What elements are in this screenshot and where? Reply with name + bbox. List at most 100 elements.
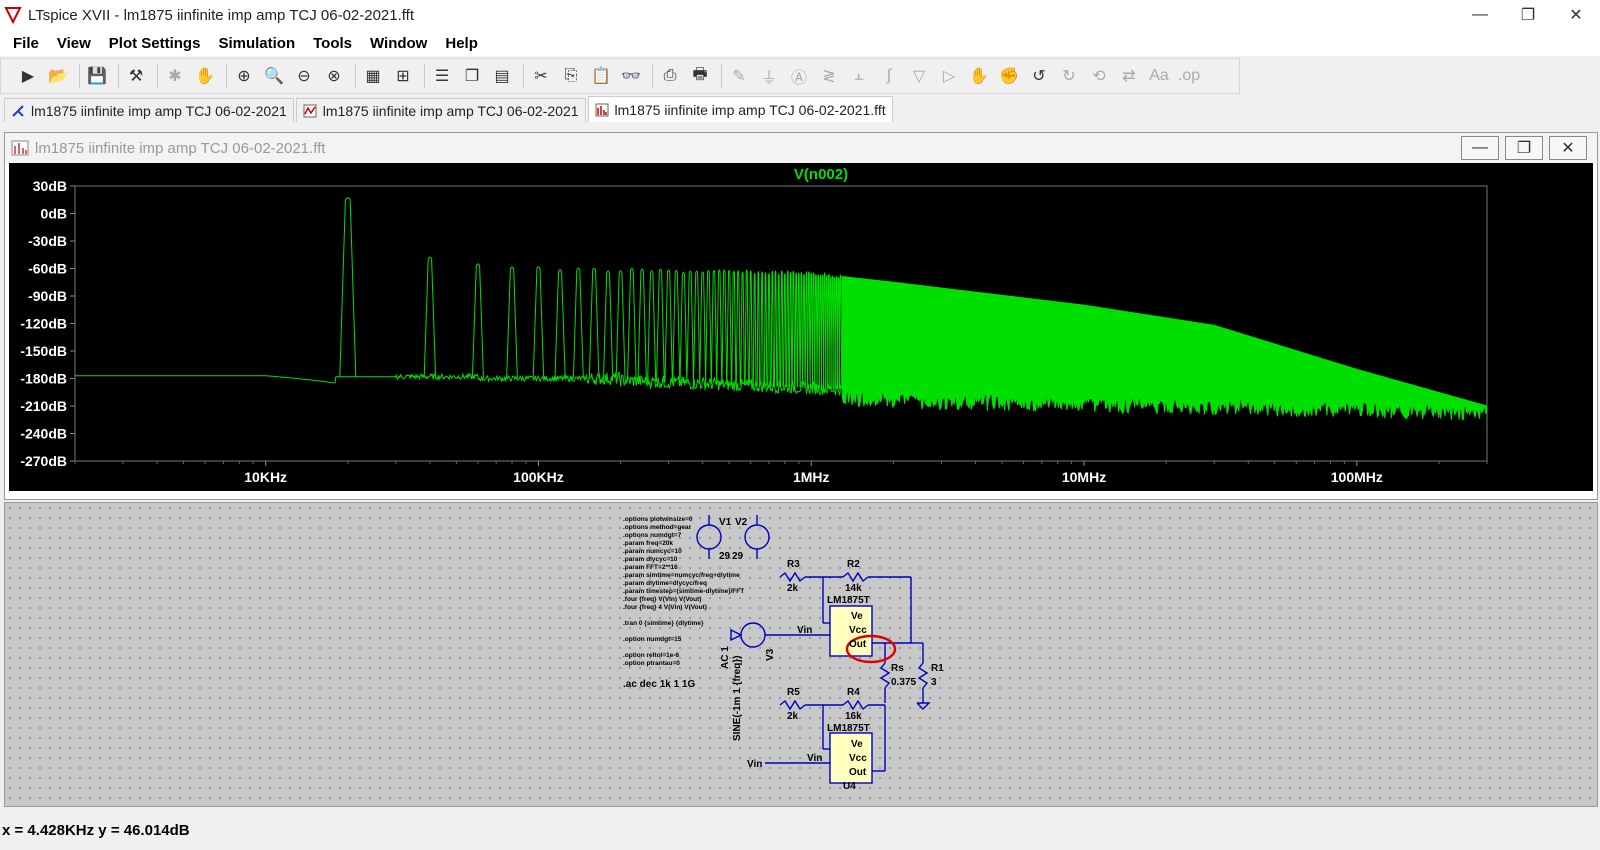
copy-icon[interactable]: ⎘	[558, 63, 584, 89]
harmonic-spike[interactable]	[756, 271, 761, 386]
spice-directive-line[interactable]: .four {freq} 4 V(Vin) V(Vout)	[623, 604, 707, 611]
v3-source[interactable]	[740, 622, 766, 648]
spice-directive-line[interactable]: .option numdgt=15	[623, 636, 682, 643]
harmonic-spike[interactable]	[773, 270, 778, 387]
diode-icon[interactable]: ▽	[906, 63, 932, 89]
harmonic-spike[interactable]	[735, 270, 741, 386]
menu-window[interactable]: Window	[361, 35, 436, 52]
tab-schematic[interactable]: lm1875 iinfinite imp amp TCJ 06-02-2021	[4, 98, 294, 122]
control-panel-icon[interactable]: ⚒	[123, 63, 149, 89]
halt-icon[interactable]: ✱	[162, 63, 188, 89]
spice-directive-line[interactable]: .param freq=20k	[623, 540, 673, 547]
chart-title[interactable]: V(n002)	[794, 166, 848, 183]
harmonic-spike[interactable]	[656, 268, 665, 383]
capacitor-icon[interactable]: ⫠	[846, 63, 872, 89]
open-folder-icon[interactable]: 📂	[45, 63, 71, 89]
zoom-out-icon[interactable]: ⊖	[291, 63, 317, 89]
harmonic-spike[interactable]	[637, 268, 647, 382]
tab-fft[interactable]: lm1875 iinfinite imp amp TCJ 06-02-2021.…	[587, 96, 893, 122]
harmonic-spike[interactable]	[705, 270, 712, 384]
text-icon[interactable]: Aa	[1146, 63, 1172, 89]
harmonic-spike[interactable]	[797, 272, 801, 388]
pan-hand-icon[interactable]: ✋	[192, 63, 218, 89]
harmonic-spike[interactable]	[423, 256, 437, 377]
harmonic-spike[interactable]	[799, 272, 804, 388]
spice-directive-line[interactable]: .ac dec 1k 1 1G	[623, 679, 695, 690]
redo-icon[interactable]: ↻	[1056, 63, 1082, 89]
fft-plot[interactable]: V(n002) 30dB 0dB -30dB -60dB -90dB -120dB -150d…	[9, 163, 1593, 491]
harmonic-spike[interactable]	[752, 273, 757, 386]
undo-icon[interactable]: ↺	[1026, 63, 1052, 89]
save-icon[interactable]: 💾	[84, 63, 110, 89]
spice-directive-icon[interactable]: .op	[1176, 63, 1202, 89]
harmonic-spike[interactable]	[471, 263, 484, 379]
harmonic-spike[interactable]	[339, 197, 357, 377]
harmonic-spike[interactable]	[740, 271, 745, 386]
harmonic-spike[interactable]	[554, 269, 566, 379]
harmonic-spike[interactable]	[783, 273, 787, 388]
harmonic-spike[interactable]	[770, 270, 774, 387]
harmonic-spike[interactable]	[716, 269, 723, 385]
harmonic-spike[interactable]	[615, 270, 626, 381]
tile-horizontal-icon[interactable]: ☰	[429, 63, 455, 89]
ground-icon[interactable]: ⏚	[756, 63, 782, 89]
spice-directive-line[interactable]: .four {freq} V(Vin) V(Vout)	[623, 596, 701, 603]
harmonic-spike[interactable]	[748, 270, 753, 386]
spice-directive-line[interactable]: .param numcyc=10	[623, 548, 682, 555]
harmonic-spike[interactable]	[710, 270, 718, 385]
harmonic-spike[interactable]	[786, 270, 790, 388]
spectrum-dense-region[interactable]	[841, 276, 1488, 421]
v2-source[interactable]	[744, 524, 770, 550]
draw-wire-icon[interactable]: ✎	[726, 63, 752, 89]
plot-minimize-button[interactable]: —	[1461, 136, 1499, 160]
spice-directive-line[interactable]: .options numdgt=7	[623, 532, 682, 539]
find-icon[interactable]: 👓	[618, 63, 644, 89]
drag-hand-icon[interactable]: ✊	[996, 63, 1022, 89]
harmonic-spike[interactable]	[780, 270, 784, 387]
component-icon[interactable]: ▷	[936, 63, 962, 89]
minimize-button[interactable]: —	[1456, 0, 1504, 30]
schematic-window[interactable]: .options plotwinsize=0 .options method=ge…	[4, 502, 1598, 807]
cascade-icon[interactable]: ❐	[459, 63, 485, 89]
paste-icon[interactable]: 📋	[588, 63, 614, 89]
harmonic-spike[interactable]	[532, 266, 545, 379]
harmonic-spike[interactable]	[777, 273, 781, 387]
menu-simulation[interactable]: Simulation	[209, 35, 304, 52]
spice-directive-line[interactable]: .options method=gear	[623, 524, 692, 531]
zoom-area-icon[interactable]: 🔍	[261, 63, 287, 89]
harmonic-spike[interactable]	[838, 274, 843, 390]
harmonic-spike[interactable]	[664, 269, 673, 383]
harmonic-spike[interactable]	[744, 269, 749, 386]
harmonic-spike[interactable]	[679, 271, 688, 383]
tab-waveform[interactable]: lm1875 iinfinite imp amp TCJ 06-02-2021	[295, 98, 586, 122]
run-icon[interactable]: ▶	[15, 63, 41, 89]
menu-view[interactable]: View	[48, 35, 100, 52]
v1-source[interactable]	[696, 524, 722, 550]
harmonic-spike[interactable]	[693, 270, 701, 384]
rotate-icon[interactable]: ⟲	[1086, 63, 1112, 89]
harmonic-spike[interactable]	[506, 266, 518, 379]
spice-directive-line[interactable]: .param FFT=2**16	[623, 564, 678, 571]
harmonic-spike[interactable]	[763, 272, 768, 387]
harmonic-spike[interactable]	[726, 269, 732, 385]
harmonic-spike[interactable]	[672, 270, 681, 383]
harmonic-spike[interactable]	[731, 270, 737, 385]
harmonic-spike[interactable]	[699, 271, 707, 384]
spice-directive-line[interactable]: .options plotwinsize=0	[623, 516, 693, 523]
spice-directive-line[interactable]: .param simtime=numcyc/freq+dlytime	[623, 572, 740, 579]
spice-directive-line[interactable]: .option reltol=1e-6	[623, 652, 680, 659]
resistor-icon[interactable]: ≷	[816, 63, 842, 89]
print-icon[interactable]: ⎙	[657, 63, 683, 89]
schematic-canvas[interactable]: .options plotwinsize=0.options method=ge…	[5, 503, 1599, 808]
restore-button[interactable]: ❐	[1504, 0, 1552, 30]
print-setup-icon[interactable]: 🖶	[687, 63, 713, 89]
autorange-icon[interactable]: ▦	[360, 63, 386, 89]
harmonic-spike[interactable]	[794, 272, 798, 388]
menu-plot-settings[interactable]: Plot Settings	[100, 35, 210, 52]
harmonic-spike[interactable]	[804, 271, 809, 388]
label-net-icon[interactable]: Ⓐ	[786, 63, 812, 89]
zoom-fit-icon[interactable]: ⊗	[321, 63, 347, 89]
mirror-icon[interactable]: ⇄	[1116, 63, 1142, 89]
fft-chart[interactable]: V(n002) 30dB 0dB -30dB -60dB -90dB -120dB -150d…	[9, 163, 1593, 491]
harmonic-spike[interactable]	[572, 267, 584, 379]
